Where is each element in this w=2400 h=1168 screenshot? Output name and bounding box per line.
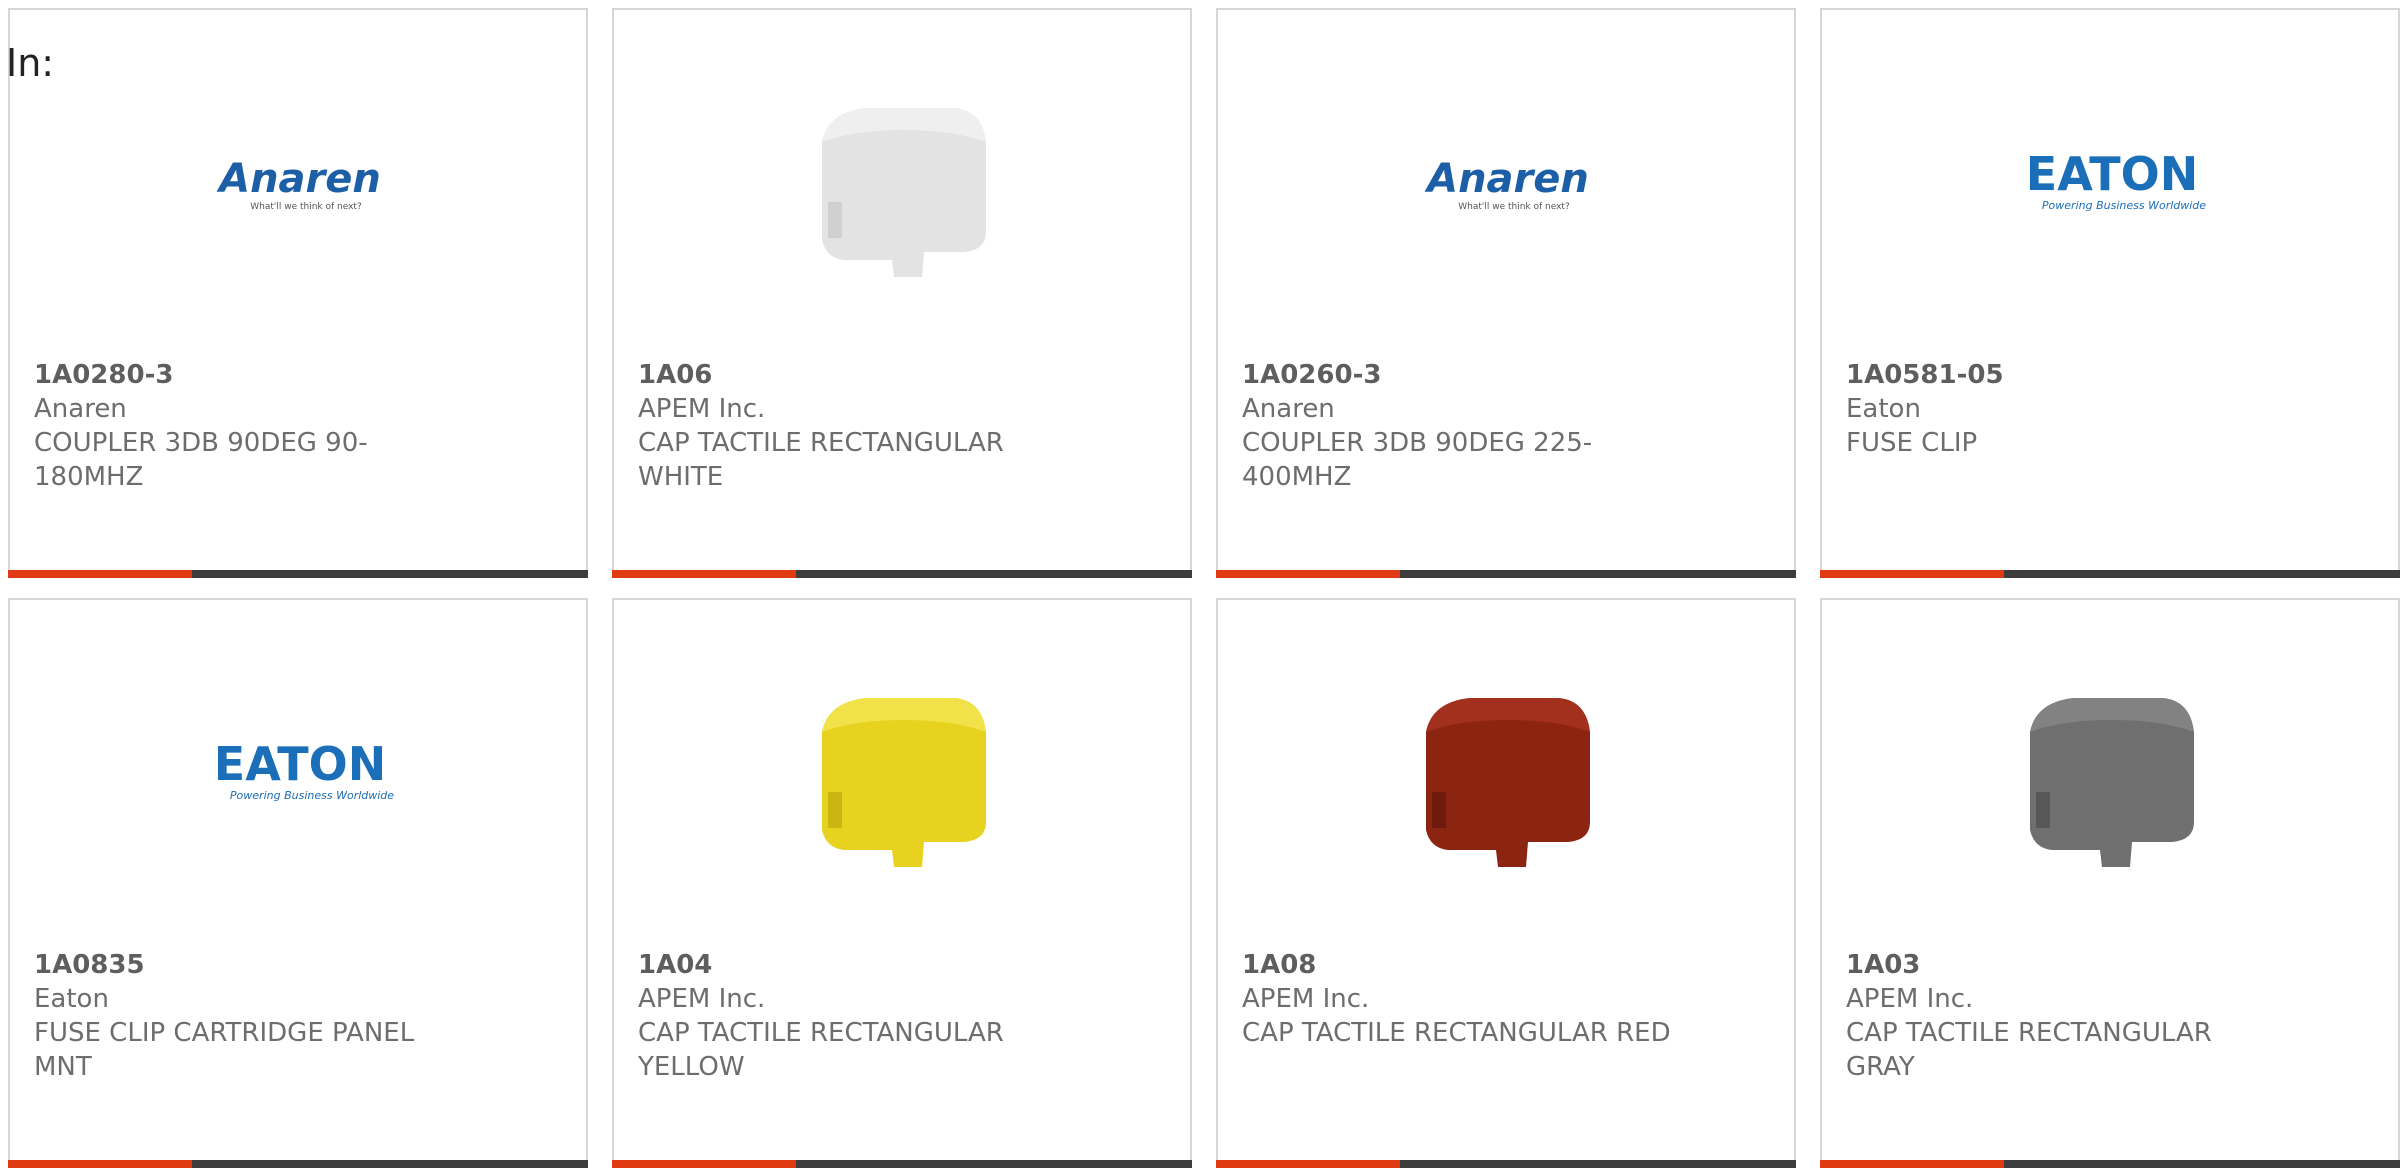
part-number[interactable]: 1A06 (638, 358, 1078, 392)
part-number[interactable]: 1A0835 (34, 948, 474, 982)
card-bar-accent (612, 1160, 796, 1168)
card-bar-accent (1216, 1160, 1400, 1168)
product-card[interactable]: 1A08 APEM Inc. CAP TACTILE RECTANGULAR R… (1216, 598, 1796, 1168)
description: COUPLER 3DB 90DEG 225-400MHZ (1242, 428, 1593, 492)
part-number[interactable]: 1A03 (1846, 948, 2286, 982)
card-bar-accent (1820, 570, 2004, 578)
svg-text:Anaren: Anaren (216, 156, 381, 202)
description: COUPLER 3DB 90DEG 90-180MHZ (34, 428, 368, 492)
anaren-logo: Anaren What'll we think of next? (1408, 82, 1608, 282)
product-card[interactable]: 1A06 APEM Inc. CAP TACTILE RECTANGULAR W… (612, 8, 1192, 578)
svg-text:What'll we think of next?: What'll we think of next? (250, 202, 362, 212)
part-number[interactable]: 1A0280-3 (34, 358, 474, 392)
manufacturer: APEM Inc. (1846, 984, 1974, 1014)
card-bar-accent (1820, 1160, 2004, 1168)
svg-text:EATON: EATON (214, 737, 386, 791)
description: CAP TACTILE RECTANGULAR YELLOW (638, 1018, 1004, 1082)
filter-label: In: (6, 41, 55, 85)
card-bar (1216, 1160, 1796, 1168)
svg-text:Powering Business Worldwide: Powering Business Worldwide (230, 789, 394, 802)
product-card[interactable]: Anaren What'll we think of next? 1A0280-… (8, 8, 588, 578)
manufacturer: APEM Inc. (638, 984, 766, 1014)
card-bar (1216, 570, 1796, 578)
part-number[interactable]: 1A0260-3 (1242, 358, 1682, 392)
product-card[interactable]: 1A04 APEM Inc. CAP TACTILE RECTANGULAR Y… (612, 598, 1192, 1168)
manufacturer: Eaton (1846, 394, 1921, 424)
eaton-logo: EATON Powering Business Worldwide (2012, 82, 2212, 282)
product-card[interactable]: Anaren What'll we think of next? 1A0260-… (1216, 8, 1796, 578)
card-bar (1820, 570, 2400, 578)
manufacturer: Anaren (1242, 394, 1335, 424)
product-card[interactable]: EATON Powering Business Worldwide 1A0835… (8, 598, 588, 1168)
manufacturer: Eaton (34, 984, 109, 1014)
card-bar-accent (8, 570, 192, 578)
card-bar-accent (1216, 570, 1400, 578)
svg-text:EATON: EATON (2026, 147, 2198, 201)
part-number[interactable]: 1A0581-05 (1846, 358, 2286, 392)
svg-text:Powering Business Worldwide: Powering Business Worldwide (2042, 199, 2206, 212)
description: CAP TACTILE RECTANGULAR RED (1242, 1018, 1671, 1048)
cap-red-image (1408, 672, 1608, 872)
cap-gray-image (2012, 672, 2212, 872)
card-bar-accent (612, 570, 796, 578)
svg-text:Anaren: Anaren (1424, 156, 1589, 202)
card-bar (8, 1160, 588, 1168)
part-number[interactable]: 1A08 (1242, 948, 1682, 982)
description: FUSE CLIP (1846, 428, 1978, 458)
card-bar (612, 1160, 1192, 1168)
cap-white-image (804, 82, 1004, 282)
svg-text:What'll we think of next?: What'll we think of next? (1458, 202, 1570, 212)
manufacturer: Anaren (34, 394, 127, 424)
anaren-logo: Anaren What'll we think of next? (200, 82, 400, 282)
part-number[interactable]: 1A04 (638, 948, 1078, 982)
description: CAP TACTILE RECTANGULAR WHITE (638, 428, 1004, 492)
description: CAP TACTILE RECTANGULAR GRAY (1846, 1018, 2212, 1082)
cap-yellow-image (804, 672, 1004, 872)
description: FUSE CLIP CARTRIDGE PANEL MNT (34, 1018, 415, 1082)
card-bar (8, 570, 588, 578)
card-bar-accent (8, 1160, 192, 1168)
card-bar (612, 570, 1192, 578)
product-card[interactable]: 1A03 APEM Inc. CAP TACTILE RECTANGULAR G… (1820, 598, 2400, 1168)
eaton-logo: EATON Powering Business Worldwide (200, 672, 400, 872)
product-card[interactable]: EATON Powering Business Worldwide 1A0581… (1820, 8, 2400, 578)
card-bar (1820, 1160, 2400, 1168)
manufacturer: APEM Inc. (1242, 984, 1370, 1014)
manufacturer: APEM Inc. (638, 394, 766, 424)
